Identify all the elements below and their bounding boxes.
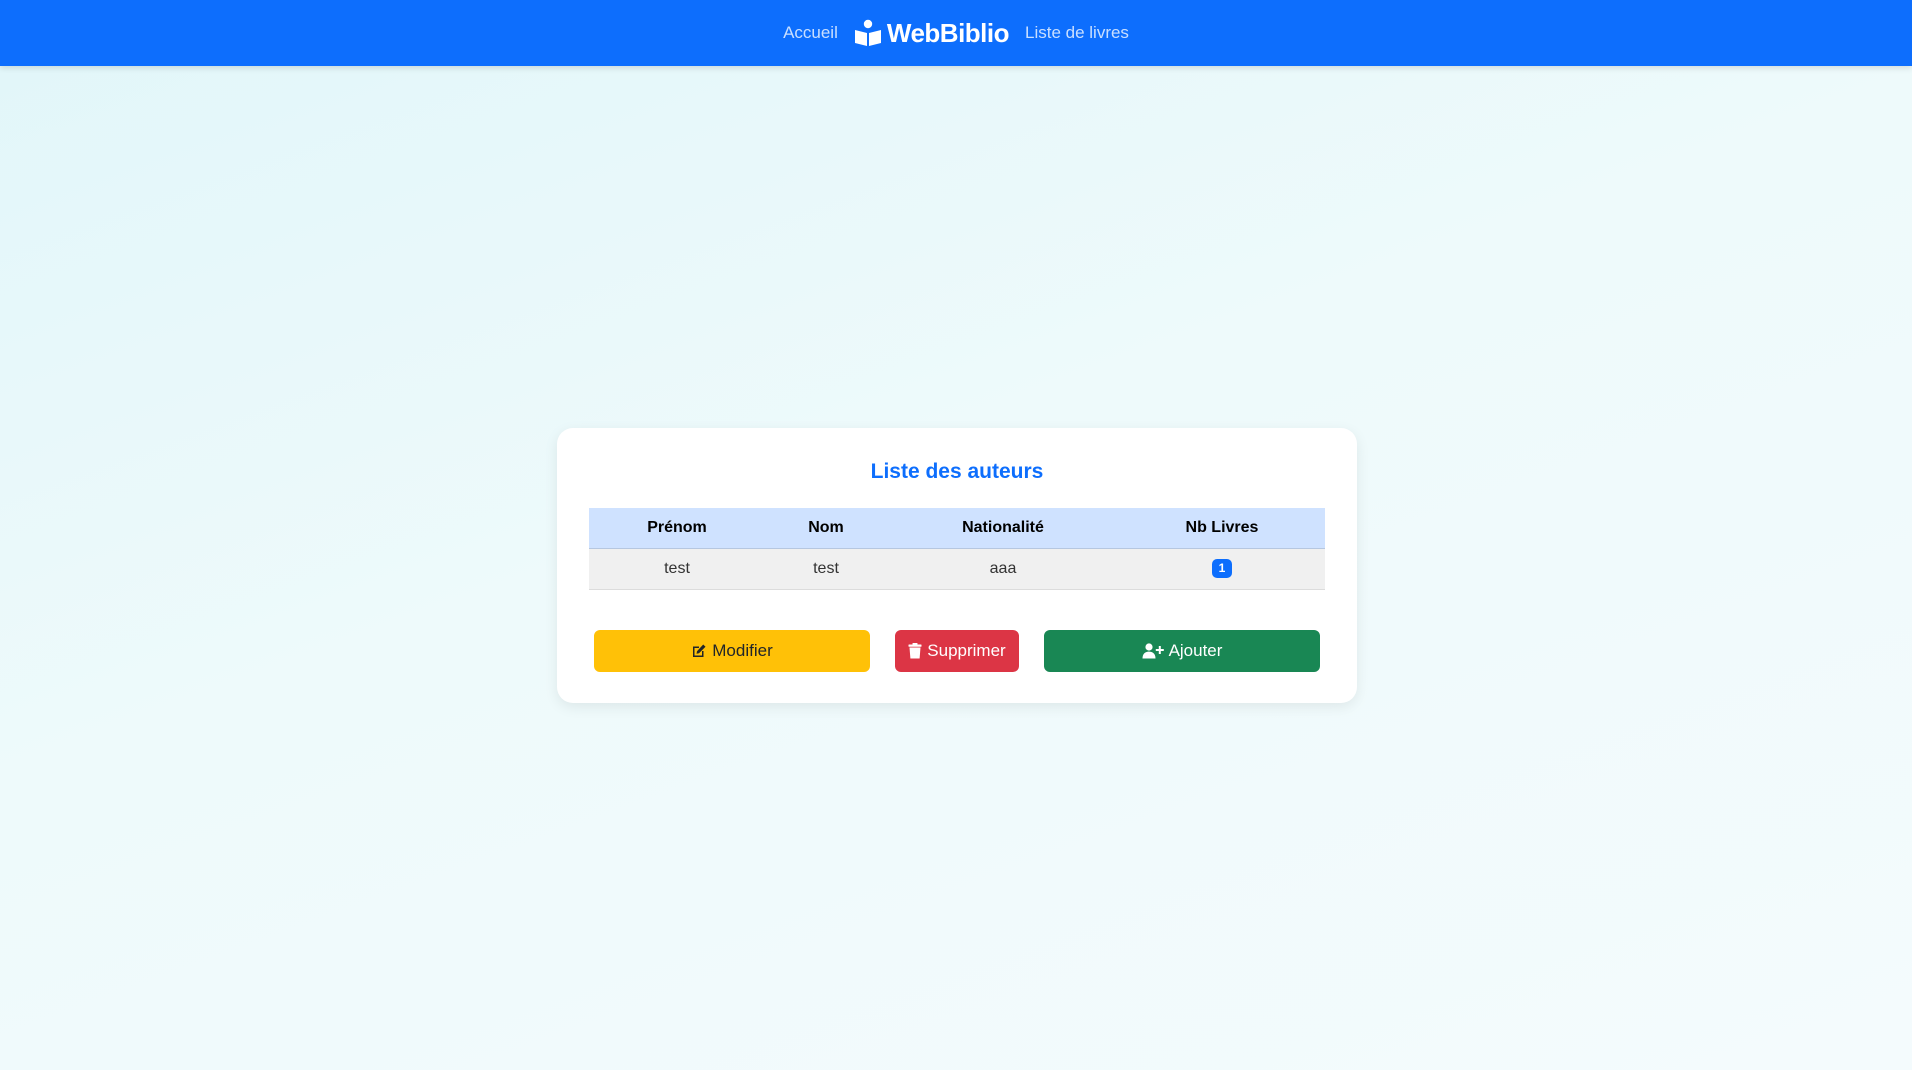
authors-card: Liste des auteurs Prénom Nom Nationalité… xyxy=(557,428,1357,703)
cell-nationalite: aaa xyxy=(887,548,1119,590)
add-button[interactable]: Ajouter xyxy=(1044,630,1320,672)
user-plus-icon xyxy=(1142,643,1164,659)
cell-prenom: test xyxy=(589,548,765,590)
navbar-content: Accueil WebBiblio Liste de livres xyxy=(0,0,1912,66)
modify-button-label: Modifier xyxy=(712,641,773,660)
book-count-badge: 1 xyxy=(1211,559,1233,578)
top-navbar: Accueil WebBiblio Liste de livres xyxy=(0,0,1912,66)
trash-icon xyxy=(908,643,922,659)
authors-table: Prénom Nom Nationalité Nb Livres test te… xyxy=(589,508,1325,590)
column-header-nb-livres: Nb Livres xyxy=(1119,508,1325,549)
card-title: Liste des auteurs xyxy=(870,460,1044,483)
brand-logo[interactable]: WebBiblio xyxy=(854,17,1010,49)
column-header-prenom: Prénom xyxy=(589,508,765,549)
table-header-row: Prénom Nom Nationalité Nb Livres xyxy=(589,508,1325,549)
modify-button[interactable]: Modifier xyxy=(594,630,870,672)
delete-button-label: Supprimer xyxy=(927,641,1006,660)
column-header-nom: Nom xyxy=(765,508,887,549)
table-row[interactable]: test test aaa 1 xyxy=(589,548,1325,590)
book-reader-icon xyxy=(854,19,882,47)
delete-button[interactable]: Supprimer xyxy=(895,630,1019,672)
brand-name: WebBiblio xyxy=(886,17,1010,48)
cell-nb-livres: 1 xyxy=(1119,548,1325,590)
nav-link-home[interactable]: Accueil xyxy=(783,23,838,43)
add-button-label: Ajouter xyxy=(1168,641,1223,660)
nav-link-books[interactable]: Liste de livres xyxy=(1025,23,1129,43)
edit-icon xyxy=(693,644,706,657)
cell-nom: test xyxy=(765,548,887,590)
column-header-nationalite: Nationalité xyxy=(887,508,1119,549)
